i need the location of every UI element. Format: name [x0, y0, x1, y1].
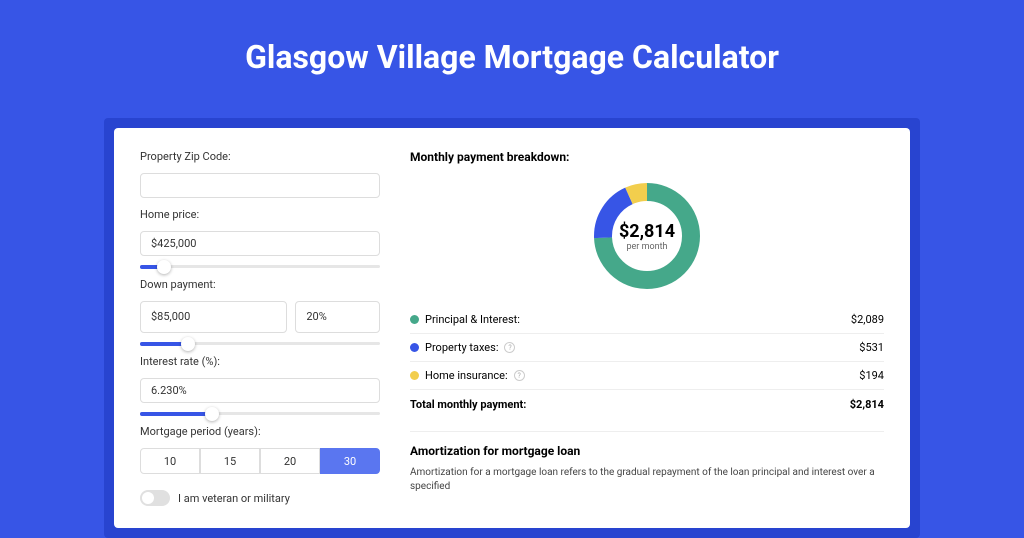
- calculator-card: Property Zip Code: Home price: Down paym…: [114, 128, 910, 528]
- period-label: Mortgage period (years):: [140, 425, 380, 438]
- period-button-10[interactable]: 10: [140, 448, 200, 474]
- calculator-frame: Property Zip Code: Home price: Down paym…: [104, 118, 920, 538]
- rate-slider[interactable]: [140, 412, 380, 415]
- help-icon[interactable]: ?: [514, 370, 525, 381]
- period-button-30[interactable]: 30: [320, 448, 380, 474]
- down-payment-slider[interactable]: [140, 342, 380, 345]
- total-value: $2,814: [850, 398, 884, 411]
- legend-dot: [410, 315, 419, 324]
- down-payment-label: Down payment:: [140, 278, 380, 291]
- breakdown-item-label: Principal & Interest:: [425, 313, 520, 326]
- veteran-row: I am veteran or military: [140, 490, 380, 506]
- page: Glasgow Village Mortgage Calculator Prop…: [0, 0, 1024, 512]
- rate-input[interactable]: [140, 378, 380, 403]
- legend-dot: [410, 371, 419, 380]
- breakdown-item-value: $2,089: [851, 313, 884, 326]
- breakdown-column: Monthly payment breakdown: $2,814 per mo…: [410, 150, 884, 506]
- period-button-15[interactable]: 15: [200, 448, 260, 474]
- breakdown-line: Home insurance:? $194: [410, 361, 884, 389]
- rate-label: Interest rate (%):: [140, 355, 380, 368]
- total-row: Total monthly payment: $2,814: [410, 389, 884, 419]
- breakdown-lines: Principal & Interest: $2,089 Property taxe…: [410, 306, 884, 389]
- donut-value: $2,814: [619, 221, 675, 242]
- period-buttons: 10152030: [140, 448, 380, 474]
- donut-chart: $2,814 per month: [410, 172, 884, 306]
- veteran-toggle[interactable]: [140, 490, 170, 506]
- zip-label: Property Zip Code:: [140, 150, 380, 163]
- breakdown-item-label: Property taxes:: [425, 341, 498, 354]
- help-icon[interactable]: ?: [504, 342, 515, 353]
- breakdown-item-label: Home insurance:: [425, 369, 508, 382]
- veteran-label: I am veteran or military: [178, 492, 290, 505]
- amortization-section: Amortization for mortgage loan Amortizat…: [410, 431, 884, 494]
- zip-input[interactable]: [140, 173, 380, 198]
- breakdown-title: Monthly payment breakdown:: [410, 150, 884, 164]
- down-payment-input[interactable]: [140, 301, 287, 333]
- period-button-20[interactable]: 20: [260, 448, 320, 474]
- down-payment-pct-input[interactable]: [295, 301, 380, 333]
- amortization-text: Amortization for a mortgage loan refers …: [410, 466, 884, 494]
- breakdown-item-value: $194: [859, 369, 884, 382]
- donut-period: per month: [626, 242, 667, 252]
- down-payment-row: [140, 301, 380, 333]
- inputs-column: Property Zip Code: Home price: Down paym…: [140, 150, 380, 506]
- amortization-title: Amortization for mortgage loan: [410, 444, 884, 458]
- total-label: Total monthly payment:: [410, 398, 526, 411]
- page-title: Glasgow Village Mortgage Calculator: [0, 0, 1024, 76]
- breakdown-line: Property taxes:? $531: [410, 333, 884, 361]
- breakdown-item-value: $531: [859, 341, 884, 354]
- home-price-input[interactable]: [140, 231, 380, 256]
- home-price-slider[interactable]: [140, 265, 380, 268]
- donut-center: $2,814 per month: [589, 178, 705, 294]
- legend-dot: [410, 343, 419, 352]
- breakdown-line: Principal & Interest: $2,089: [410, 306, 884, 333]
- home-price-label: Home price:: [140, 208, 380, 221]
